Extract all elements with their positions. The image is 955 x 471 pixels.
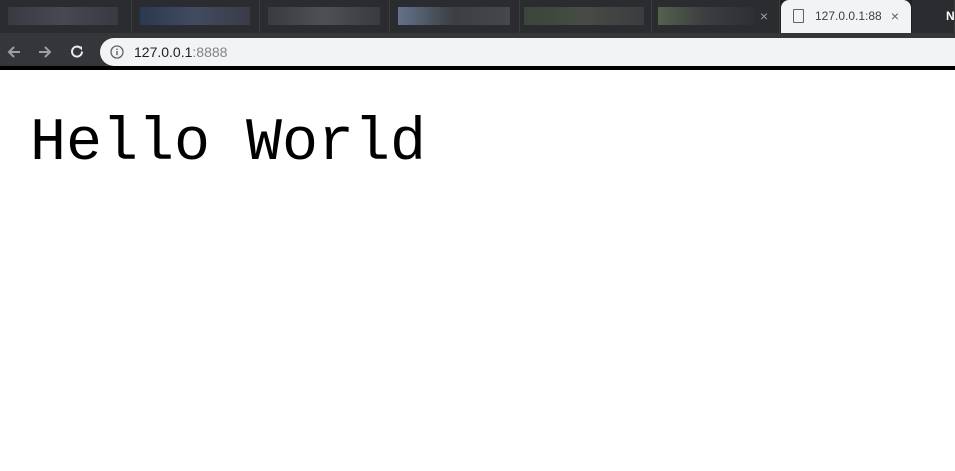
tab-active[interactable]: 127.0.0.1:88 ×	[781, 0, 911, 33]
tab-title: N	[946, 9, 955, 23]
blurred-tab-content	[658, 7, 754, 25]
tab-blurred-6[interactable]: ×	[652, 0, 780, 33]
tab-blurred-4[interactable]	[390, 0, 520, 33]
tab-blurred-5[interactable]	[520, 0, 652, 33]
url-host: 127.0.0.1	[134, 44, 192, 60]
back-button[interactable]	[3, 41, 25, 63]
info-icon[interactable]	[110, 45, 124, 59]
close-icon[interactable]: ×	[887, 8, 903, 24]
tab-title: 127.0.0.1:88	[815, 9, 881, 23]
blurred-tab-content	[268, 7, 380, 25]
tab-blurred-3[interactable]	[260, 0, 390, 33]
back-arrow-icon	[6, 44, 22, 60]
url-port: :8888	[192, 44, 227, 60]
tab-strip: × 127.0.0.1:88 × ࿬ N	[0, 0, 955, 33]
page-icon	[793, 9, 804, 23]
close-icon[interactable]: ×	[756, 8, 772, 24]
blurred-tab-content	[398, 7, 510, 25]
page-content: Hello World	[0, 70, 955, 471]
tab-next[interactable]: ࿬ N	[912, 0, 955, 33]
address-bar[interactable]: 127.0.0.1:8888	[100, 38, 955, 66]
blurred-tab-content	[8, 7, 118, 25]
reload-icon	[69, 44, 85, 60]
toolbar: 127.0.0.1:8888	[0, 33, 955, 69]
url-text: 127.0.0.1:8888	[134, 44, 227, 60]
forward-button[interactable]	[34, 41, 56, 63]
page-heading: Hello World	[30, 110, 426, 178]
forward-arrow-icon	[37, 44, 53, 60]
reload-button[interactable]	[66, 41, 88, 63]
tab-blurred-1[interactable]	[0, 0, 132, 33]
tab-blurred-2[interactable]	[132, 0, 260, 33]
blurred-tab-content	[524, 7, 644, 25]
blurred-tab-content	[140, 7, 250, 25]
